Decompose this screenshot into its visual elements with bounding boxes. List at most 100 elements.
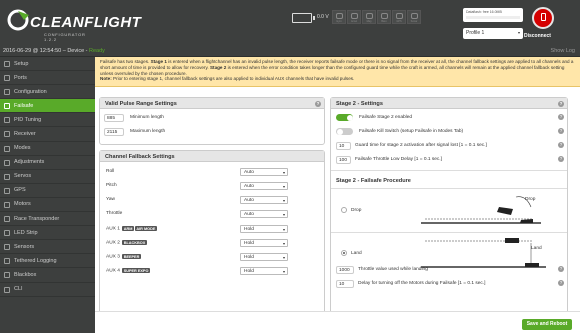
logo-icon (7, 9, 29, 31)
min-length-input[interactable]: 885 (104, 114, 124, 122)
fallback-mode-select[interactable]: Hold ▾ (240, 267, 288, 275)
pulse-range-panel: Valid Pulse Range Settings? 885 Minimum … (99, 97, 325, 145)
sidebar-item-receiver[interactable]: Receiver (0, 127, 95, 142)
stage2-enabled-label: Failsafe Stage 2 enabled (359, 115, 413, 120)
help-icon[interactable]: ? (558, 100, 564, 107)
help-icon[interactable]: ? (558, 280, 564, 286)
drop-label: Drop (351, 208, 362, 213)
sidebar-item-gps[interactable]: GPS (0, 184, 95, 198)
adjust-icon (4, 159, 10, 166)
mode-tag: SUPER EXPO (122, 268, 150, 273)
motor-off-delay-input[interactable]: 10 (336, 280, 354, 288)
land-radio[interactable] (341, 250, 347, 256)
chevron-down-icon: ▾ (282, 211, 285, 217)
sidebar-item-configuration[interactable]: Configuration (0, 85, 95, 100)
mode-tag: ARM (122, 226, 134, 231)
throttle-low-delay-input[interactable]: 100 (336, 156, 351, 164)
fallback-mode-select[interactable]: Auto ▾ (240, 210, 288, 218)
max-length-input[interactable]: 2115 (104, 128, 124, 136)
sidebar-item-sensors[interactable]: Sensors (0, 240, 95, 255)
quad-icon (497, 207, 513, 215)
status-device: Device (67, 48, 85, 54)
sidebar-item-modes[interactable]: Modes (0, 142, 95, 156)
sidebar-item-cli[interactable]: CLI (0, 283, 95, 297)
fallback-row: AUX 2 BLACKBOX Hold ▾ (106, 239, 320, 247)
sidebar-item-led-strip[interactable]: LED Strip (0, 226, 95, 241)
drop-radio[interactable] (341, 207, 347, 213)
help-icon[interactable]: ? (558, 156, 564, 162)
disconnect-button[interactable] (532, 7, 554, 29)
sonar-sensor-icon: Sonar (407, 10, 421, 24)
fallback-mode-select[interactable]: Auto ▾ (240, 182, 288, 190)
fallback-mode-select[interactable]: Auto ▾ (240, 168, 288, 176)
sidebar-item-ports[interactable]: Ports (0, 71, 95, 86)
status-bar: 2016-06-29 @ 12:54:50 – Device - Ready S… (0, 44, 580, 57)
fallback-row: AUX 3 BEEPER Hold ▾ (106, 253, 320, 261)
chart-icon (4, 244, 10, 251)
header: CLEANFLIGHT CONFIGURATOR 1.2.2 0.0 V Gyr… (0, 0, 580, 44)
dataflash-label: Dataflash: free 16.0MB (466, 10, 502, 14)
sidebar-item-pid-tuning[interactable]: PID Tuning (0, 113, 95, 128)
save-and-reboot-button[interactable]: Save and Reboot (522, 319, 572, 330)
disconnect-label: Disconnect (524, 33, 551, 39)
panel-title: Stage 2 - Settings? (331, 98, 567, 109)
accel-sensor-icon: Accel (347, 10, 361, 24)
fallback-mode-select[interactable]: Auto ▾ (240, 196, 288, 204)
drop-diagram (421, 196, 541, 224)
footer-toolbar: Save and Reboot (95, 311, 580, 333)
guard-time-input[interactable]: 10 (336, 142, 351, 150)
help-icon[interactable]: ? (558, 114, 564, 120)
fallback-mode-select[interactable]: Hold ▾ (240, 239, 288, 247)
fallback-mode-select[interactable]: Hold ▾ (240, 253, 288, 261)
landing-throttle-input[interactable]: 1000 (336, 266, 354, 274)
procedure-title: Stage 2 - Failsafe Procedure (336, 178, 411, 184)
servo-icon (4, 173, 10, 180)
main-content: Failsafe has two stages. Stage 1 is ente… (95, 57, 580, 333)
profile-select[interactable]: Profile 1 ▾ (463, 28, 523, 39)
profile-value: Profile 1 (466, 30, 485, 36)
terminal-icon (4, 286, 10, 293)
sidebar-item-tethered-logging[interactable]: Tethered Logging (0, 254, 95, 269)
guard-time-label: Guard time for stage 2 activation after … (355, 143, 487, 148)
gyro-sensor-icon: Gyro (332, 10, 346, 24)
switch-icon (4, 145, 10, 152)
divider (331, 188, 567, 189)
quad-crash-icon (520, 219, 533, 223)
help-icon[interactable]: ? (558, 266, 564, 272)
fallback-row: Throttle Auto ▾ (106, 210, 320, 218)
kill-switch-toggle[interactable] (336, 128, 353, 135)
sidebar-item-failsafe[interactable]: Failsafe (0, 99, 95, 114)
app-window: CLEANFLIGHT CONFIGURATOR 1.2.2 0.0 V Gyr… (0, 0, 580, 333)
gear-icon (4, 89, 10, 96)
sidebar-item-setup[interactable]: Setup (0, 57, 95, 72)
channel-fallback-panel: Channel Fallback Settings Roll Auto ▾ Pit… (99, 150, 325, 333)
chevron-down-icon: ▾ (282, 240, 285, 246)
log-icon (4, 258, 10, 265)
help-icon[interactable]: ? (315, 100, 321, 107)
stage2-enabled-toggle[interactable] (336, 114, 353, 121)
fallback-mode-select[interactable]: Hold ▾ (240, 225, 288, 233)
drop-diagram-label: Drop (525, 197, 536, 202)
chevron-down-icon: ▾ (282, 197, 285, 203)
logo-subtitle: CONFIGURATOR 1.2.2 (44, 32, 86, 42)
sidebar-item-adjustments[interactable]: Adjustments (0, 156, 95, 170)
sliders-icon (4, 117, 10, 124)
divider (331, 232, 567, 233)
battery-voltage: 0.0 V (317, 14, 329, 20)
chevron-down-icon: ▾ (282, 169, 285, 175)
sidebar-item-race-transponder[interactable]: Race Transponder (0, 212, 95, 227)
dataflash-bar (466, 16, 520, 19)
panel-title: Channel Fallback Settings (100, 151, 324, 162)
sidebar-item-motors[interactable]: Motors (0, 198, 95, 213)
sidebar-item-blackbox[interactable]: Blackbox (0, 268, 95, 283)
wrench-icon (4, 61, 10, 67)
sidebar: Setup Ports Configuration Failsafe PID T… (0, 57, 95, 333)
help-icon[interactable]: ? (558, 128, 564, 134)
show-log-link[interactable]: Show Log (551, 48, 575, 54)
land-diagram (421, 238, 546, 268)
chevron-down-icon: ▾ (282, 254, 285, 260)
sidebar-item-servos[interactable]: Servos (0, 170, 95, 184)
fallback-row: Roll Auto ▾ (106, 168, 320, 176)
box-icon (4, 272, 10, 279)
help-icon[interactable]: ? (558, 142, 564, 148)
